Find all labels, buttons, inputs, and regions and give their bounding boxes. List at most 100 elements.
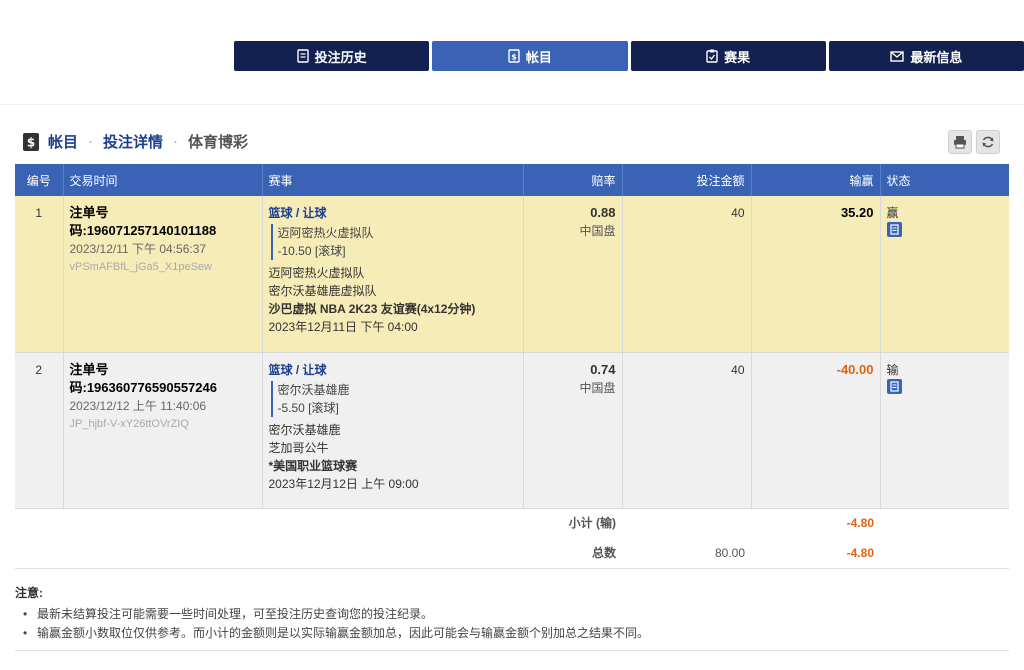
top-nav: 投注历史 $ 帐目 赛果 最新信息 xyxy=(234,41,1024,71)
selection-block: 迈阿密热火虚拟队 -10.50 [滚球] xyxy=(270,224,517,260)
divider xyxy=(15,650,1009,651)
notes-title: 注意: xyxy=(15,586,43,600)
breadcrumb-separator: · xyxy=(173,133,179,150)
nav-results[interactable]: 赛果 xyxy=(630,41,826,71)
table-row: 2 注单号 码:196360776590557246 2023/12/12 上午… xyxy=(15,352,1009,509)
notes-section: 注意: 最新未结算投注可能需要一些时间处理，可至投注历史查询您的投注纪录。 输赢… xyxy=(15,584,1009,643)
subtotal-label: 小计 (输) xyxy=(523,507,622,538)
transaction-datetime: 2023/12/12 上午 11:40:06 xyxy=(69,398,207,413)
dollar-doc-icon: $ xyxy=(508,49,520,63)
col-status: 状态 xyxy=(880,164,1009,196)
sport-market: 篮球 / 让球 xyxy=(268,206,327,220)
breadcrumb-separator: · xyxy=(88,133,94,150)
home-team: 迈阿密热火虚拟队 xyxy=(268,266,365,280)
nav-latest-info[interactable]: 最新信息 xyxy=(828,41,1024,71)
breadcrumb-bet-details[interactable]: 投注详情 xyxy=(103,131,163,152)
nav-label: 帐目 xyxy=(525,49,552,65)
subtotal-row: 小计 (输) -4.80 xyxy=(15,507,1009,538)
handicap: -5.50 [滚球] xyxy=(277,400,339,415)
winloss-value: 35.20 xyxy=(840,205,874,220)
total-stake: 80.00 xyxy=(622,538,751,569)
stake-cell: 40 xyxy=(622,352,752,509)
ticket-number: 码:196071257140101188 xyxy=(69,223,217,238)
winloss-value: -40.00 xyxy=(836,361,874,377)
nav-label: 赛果 xyxy=(724,49,751,65)
nav-account[interactable]: $ 帐目 xyxy=(432,41,628,71)
table-header: 编号 交易时间 赛事 赔率 投注金额 输赢 状态 xyxy=(15,164,1009,196)
odds-cell: 0.74 中国盘 xyxy=(523,352,623,509)
status-text: 输 xyxy=(886,362,899,377)
notes-list: 最新未结算投注可能需要一些时间处理，可至投注历史查询您的投注纪录。 输赢金额小数… xyxy=(15,605,1009,643)
stake-cell: 40 xyxy=(622,196,752,353)
col-winloss: 输赢 xyxy=(751,164,881,196)
print-button[interactable] xyxy=(948,130,972,154)
ticket-label: 注单号 xyxy=(69,361,109,377)
breadcrumb-account[interactable]: 帐目 xyxy=(48,131,78,152)
row-no: 2 xyxy=(15,352,64,509)
table-row: 1 注单号 码:196071257140101188 2023/12/11 下午… xyxy=(15,196,1009,353)
ticket-label: 注单号 xyxy=(69,205,109,220)
event-cell: 篮球 / 让球 迈阿密热火虚拟队 -10.50 [滚球] 迈阿密热火虚拟队 密尔… xyxy=(262,196,524,353)
total-row: 总数 80.00 -4.80 xyxy=(15,538,1009,569)
col-stake: 投注金额 xyxy=(622,164,752,196)
status-text: 赢 xyxy=(886,206,899,220)
mail-icon xyxy=(890,50,905,62)
transaction-code: vPSmAFBfL_jGa5_X1peSew xyxy=(69,261,212,273)
winloss-cell: 35.20 xyxy=(751,196,881,353)
transaction-datetime: 2023/12/11 下午 04:56:37 xyxy=(69,242,207,256)
col-odds: 赔率 xyxy=(523,164,623,196)
odds-value: 0.88 xyxy=(590,205,616,220)
sport-market: 篮球 / 让球 xyxy=(268,362,327,377)
dollar-doc-icon: $ xyxy=(23,132,39,151)
statement-table: 编号 交易时间 赛事 赔率 投注金额 输赢 状态 1 注单号 码:1960712… xyxy=(15,164,1009,569)
svg-text:$: $ xyxy=(27,135,35,149)
league-name: 沙巴虚拟 NBA 2K23 友谊赛(4x12分钟) xyxy=(268,302,476,316)
receipt-icon[interactable] xyxy=(886,378,902,394)
clipboard-icon xyxy=(706,49,718,63)
nav-label: 最新信息 xyxy=(910,49,963,65)
total-label: 总数 xyxy=(523,538,622,569)
away-team: 芝加哥公牛 xyxy=(268,440,329,455)
divider xyxy=(0,104,1024,105)
list-item: 输赢金额小数取位仅供参考。而小计的金额则是以实际输赢金额加总，因此可能会与输赢金… xyxy=(15,624,1009,643)
breadcrumb: $ 帐目 · 投注详情 · 体育博彩 xyxy=(22,131,248,152)
home-team: 密尔沃基雄鹿 xyxy=(268,422,341,437)
odds-cell: 0.88 中国盘 xyxy=(523,196,623,353)
away-team: 密尔沃基雄鹿虚拟队 xyxy=(268,284,377,298)
svg-text:$: $ xyxy=(511,53,517,62)
transaction-cell: 注单号 码:196360776590557246 2023/12/12 上午 1… xyxy=(63,352,263,509)
col-event: 赛事 xyxy=(262,164,524,196)
handicap: -10.50 [滚球] xyxy=(277,244,346,258)
subtotal-winloss: -4.80 xyxy=(751,507,880,538)
row-no: 1 xyxy=(15,196,64,353)
odds-value: 0.74 xyxy=(590,361,616,377)
transaction-cell: 注单号 码:196071257140101188 2023/12/11 下午 0… xyxy=(63,196,263,353)
nav-label: 投注历史 xyxy=(314,49,367,65)
list-item: 最新未结算投注可能需要一些时间处理，可至投注历史查询您的投注纪录。 xyxy=(15,605,1009,624)
odds-market: 中国盘 xyxy=(579,380,616,395)
breadcrumb-sports: 体育博彩 xyxy=(188,134,249,151)
nav-bet-history[interactable]: 投注历史 xyxy=(234,41,430,71)
total-winloss: -4.80 xyxy=(751,538,880,569)
league-name: *美国职业篮球赛 xyxy=(268,458,358,473)
ticket-number: 码:196360776590557246 xyxy=(69,379,217,395)
col-no: 编号 xyxy=(15,164,64,196)
selection-block: 密尔沃基雄鹿 -5.50 [滚球] xyxy=(270,380,517,417)
col-time: 交易时间 xyxy=(63,164,263,196)
winloss-cell: -40.00 xyxy=(751,352,881,509)
event-cell: 篮球 / 让球 密尔沃基雄鹿 -5.50 [滚球] 密尔沃基雄鹿 芝加哥公牛 *… xyxy=(262,352,524,509)
refresh-icon xyxy=(982,136,994,148)
match-time: 2023年12月11日 下午 04:00 xyxy=(268,320,418,334)
refresh-button[interactable] xyxy=(976,130,1000,154)
transaction-code: JP_hjbf-V-xY26ttOVrZIQ xyxy=(69,417,189,430)
match-time: 2023年12月12日 上午 09:00 xyxy=(268,476,419,491)
printer-icon xyxy=(954,136,966,149)
status-cell: 赢 xyxy=(880,196,1009,353)
toolbar xyxy=(948,130,1000,154)
selection-team: 密尔沃基雄鹿 xyxy=(277,382,350,397)
receipt-icon xyxy=(296,49,309,63)
selection-team: 迈阿密热火虚拟队 xyxy=(277,226,374,240)
odds-market: 中国盘 xyxy=(579,224,616,238)
receipt-icon[interactable] xyxy=(886,222,902,237)
status-cell: 输 xyxy=(880,352,1009,509)
